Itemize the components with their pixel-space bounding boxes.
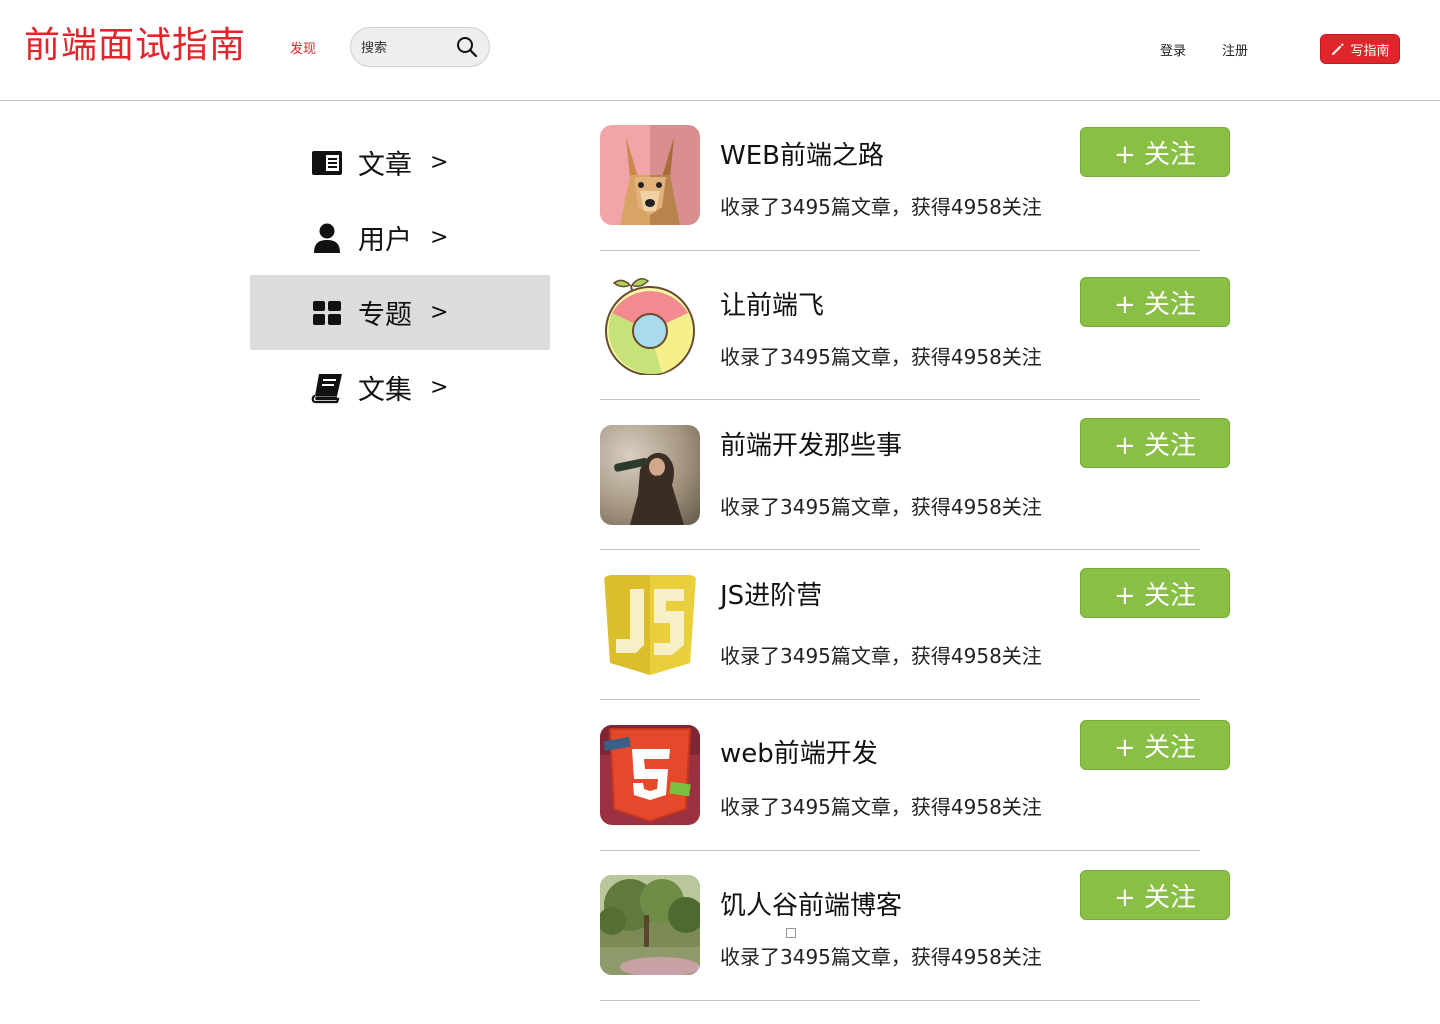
article-icon <box>310 146 344 180</box>
chrome-sprout-icon[interactable] <box>600 275 700 375</box>
nav-discover-link[interactable]: 发现 <box>290 38 316 57</box>
follow-button[interactable]: + 关注 <box>1080 870 1230 920</box>
list-item: 让前端飞 收录了3495篇文章，获得4958关注 + 关注 <box>600 275 1230 425</box>
topic-description: 收录了3495篇文章，获得4958关注 <box>720 945 1042 969</box>
sidebar-item-label: 专题 <box>358 300 412 331</box>
sidebar-item-articles[interactable]: 文章 > <box>250 125 550 200</box>
divider <box>600 1000 1200 1001</box>
tree-photo[interactable] <box>600 875 700 975</box>
chevron-right-icon: > <box>430 150 449 175</box>
follow-button[interactable]: + 关注 <box>1080 418 1230 468</box>
user-icon <box>310 221 344 255</box>
list-item: WEB前端之路 收录了3495篇文章，获得4958关注 + 关注 <box>600 125 1230 275</box>
site-logo[interactable]: 前端面试指南 <box>24 24 246 68</box>
write-guide-button[interactable]: 写指南 <box>1320 34 1400 64</box>
sidebar-item-users[interactable]: 用户 > <box>250 200 550 275</box>
sidebar-item-topics[interactable]: 专题 > <box>250 275 550 350</box>
register-link[interactable]: 注册 <box>1222 40 1248 59</box>
sidebar-item-label: 文集 <box>358 375 412 406</box>
divider <box>600 250 1200 251</box>
follow-button[interactable]: + 关注 <box>1080 568 1230 618</box>
placeholder-checkbox <box>786 928 796 938</box>
topic-description: 收录了3495篇文章，获得4958关注 <box>720 644 1042 668</box>
follow-button[interactable]: + 关注 <box>1080 127 1230 177</box>
list-item: 饥人谷前端博客 收录了3495篇文章，获得4958关注 + 关注 <box>600 870 1230 1024</box>
list-item: web前端开发 收录了3495篇文章，获得4958关注 + 关注 <box>600 720 1230 875</box>
search-box <box>350 27 490 67</box>
grid-icon <box>310 296 344 330</box>
divider <box>600 399 1200 400</box>
topic-description: 收录了3495篇文章，获得4958关注 <box>720 495 1042 519</box>
write-guide-label: 写指南 <box>1350 43 1390 59</box>
sidebar-item-collections[interactable]: 文集 > <box>250 350 550 425</box>
sidebar-item-label: 用户 <box>358 225 412 256</box>
topic-title[interactable]: 前端开发那些事 <box>720 425 902 462</box>
list-item: 前端开发那些事 收录了3495篇文章，获得4958关注 + 关注 <box>600 418 1230 575</box>
js-shield-icon[interactable] <box>600 575 700 675</box>
chevron-right-icon: > <box>430 225 449 250</box>
search-input[interactable] <box>361 37 451 59</box>
sidebar-item-label: 文章 <box>358 150 412 181</box>
divider <box>600 699 1200 700</box>
topic-title[interactable]: web前端开发 <box>720 733 878 770</box>
divider <box>600 850 1200 851</box>
follow-button[interactable]: + 关注 <box>1080 277 1230 327</box>
chevron-right-icon: > <box>430 375 449 400</box>
topic-description: 收录了3495篇文章，获得4958关注 <box>720 345 1042 369</box>
follow-button[interactable]: + 关注 <box>1080 720 1230 770</box>
child-photo[interactable] <box>600 425 700 525</box>
login-link[interactable]: 登录 <box>1160 40 1186 59</box>
topic-title[interactable]: JS进阶营 <box>720 575 822 612</box>
divider <box>600 549 1200 550</box>
topic-title[interactable]: 让前端飞 <box>720 285 824 322</box>
topic-title[interactable]: 饥人谷前端博客 <box>720 885 902 922</box>
topic-description: 收录了3495篇文章，获得4958关注 <box>720 195 1042 219</box>
dog-icon[interactable] <box>600 125 700 225</box>
book-icon <box>310 371 344 405</box>
list-item: JS进阶营 收录了3495篇文章，获得4958关注 + 关注 <box>600 568 1230 725</box>
search-icon[interactable] <box>455 35 479 59</box>
chevron-right-icon: > <box>430 300 449 325</box>
topic-description: 收录了3495篇文章，获得4958关注 <box>720 795 1042 819</box>
pencil-icon <box>1332 43 1345 55</box>
topic-title[interactable]: WEB前端之路 <box>720 135 884 172</box>
top-header: 前端面试指南 发现 登录 注册 写指南 <box>0 0 1440 101</box>
html5-pocket-icon[interactable] <box>600 725 700 825</box>
category-sidebar: 文章 > 用户 > 专题 > 文集 > <box>250 125 550 425</box>
